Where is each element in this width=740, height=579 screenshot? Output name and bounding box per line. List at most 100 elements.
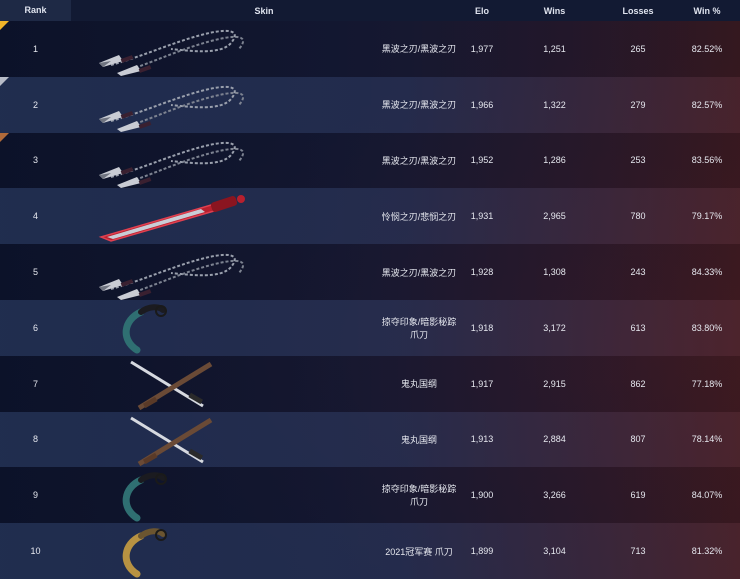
header-win-pct[interactable]: Win %	[674, 6, 740, 16]
header-losses[interactable]: Losses	[602, 6, 674, 16]
table-row[interactable]: 1 黑波之刃/黑波之刃 1,977 1,251 265 82.52%	[0, 21, 740, 77]
table-row[interactable]: 6 掠夺印象/暗影秘踪 爪刀 1,918 3,172 613 83.80%	[0, 299, 740, 356]
skin-name: 掠夺印象/暗影秘踪 爪刀	[271, 315, 457, 341]
skin-name-text: 黑波之刃/黑波之刃	[381, 44, 457, 55]
leaderboard: Rank Skin Elo Wins Losses Win % 1 黑波之刃/黑…	[0, 0, 740, 579]
losses-cell: 265	[630, 43, 646, 54]
rank-cell: 2	[32, 99, 38, 110]
win-pct-cell: 82.52%	[691, 43, 723, 54]
skin-name: 怜悯之刃/悲悯之刃	[271, 210, 457, 223]
elo-cell: 1,918	[470, 322, 494, 333]
win-pct-cell: 82.57%	[691, 99, 723, 110]
losses-cell: 713	[630, 546, 646, 557]
crossed-katana-icon	[71, 412, 271, 467]
elo-cell: 1,928	[470, 267, 494, 278]
skin-name: 黑波之刃/黑波之刃	[271, 154, 457, 167]
losses-cell: 807	[630, 434, 646, 445]
table-header: Rank Skin Elo Wins Losses Win %	[0, 0, 740, 21]
table-row[interactable]: 3 黑波之刃/黑波之刃 1,952 1,286 253 83.56%	[0, 132, 740, 189]
win-pct-cell: 79.17%	[691, 211, 723, 222]
kunai-chain-icon	[71, 77, 271, 133]
wins-cell: 1,286	[543, 155, 566, 166]
rank-cell: 5	[32, 267, 38, 278]
kunai-chain-icon	[71, 245, 271, 300]
medal-gold-marker	[0, 21, 9, 30]
red-dagger-icon	[71, 189, 271, 244]
rank-cell: 3	[32, 155, 38, 166]
skin-name-text: 掠夺印象/暗影秘踪 爪刀	[381, 484, 457, 508]
win-pct-cell: 77.18%	[691, 378, 723, 389]
wins-cell: 1,322	[543, 99, 566, 110]
skin-name-text: 黑波之刃/黑波之刃	[381, 267, 457, 278]
skin-name: 黑波之刃/黑波之刃	[271, 266, 457, 279]
rank-cell: 6	[32, 322, 38, 333]
header-wins[interactable]: Wins	[507, 6, 602, 16]
table-body: 1 黑波之刃/黑波之刃 1,977 1,251 265 82.52% 2 黑波之…	[0, 21, 740, 579]
medal-silver-marker	[0, 76, 9, 86]
losses-cell: 619	[630, 490, 646, 501]
elo-cell: 1,931	[470, 211, 494, 222]
win-pct-cell: 78.14%	[691, 434, 723, 445]
elo-cell: 1,913	[470, 434, 494, 445]
losses-cell: 780	[630, 211, 646, 222]
table-row[interactable]: 7 鬼丸国纲 1,917 2,915 862 77.18%	[0, 355, 740, 412]
header-elo[interactable]: Elo	[457, 6, 507, 16]
skin-name-text: 黑波之刃/黑波之刃	[381, 155, 457, 166]
rank-cell: 4	[32, 211, 38, 222]
crossed-katana-icon	[71, 356, 271, 411]
elo-cell: 1,899	[470, 546, 494, 557]
skin-name: 2021冠军赛 爪刀	[271, 545, 457, 558]
skin-name-text: 怜悯之刃/悲悯之刃	[381, 211, 457, 222]
skin-name-text: 掠夺印象/暗影秘踪 爪刀	[381, 316, 457, 340]
skin-name: 鬼丸国纲	[271, 377, 457, 390]
elo-cell: 1,977	[470, 43, 494, 54]
skin-name: 黑波之刃/黑波之刃	[271, 42, 457, 55]
table-row[interactable]: 4 怜悯之刃/悲悯之刃 1,931 2,965 780 79.17%	[0, 188, 740, 245]
wins-cell: 3,172	[543, 322, 566, 333]
wins-cell: 3,266	[543, 490, 566, 501]
wins-cell: 1,251	[543, 43, 566, 54]
rank-cell: 7	[32, 378, 38, 389]
win-pct-cell: 84.07%	[691, 490, 723, 501]
karambit-icon	[71, 468, 271, 523]
kunai-chain-icon	[71, 133, 271, 188]
header-skin[interactable]: Skin	[71, 6, 457, 16]
losses-cell: 253	[630, 155, 646, 166]
skin-name: 掠夺印象/暗影秘踪 爪刀	[271, 482, 457, 508]
rank-cell: 9	[32, 490, 38, 501]
losses-cell: 243	[630, 267, 646, 278]
header-rank[interactable]: Rank	[0, 0, 71, 21]
win-pct-cell: 84.33%	[691, 267, 723, 278]
wins-cell: 2,965	[543, 211, 566, 222]
table-row[interactable]: 10 2021冠军赛 爪刀 1,899 3,104 713 81.32%	[0, 523, 740, 579]
rank-cell: 1	[32, 43, 38, 54]
elo-cell: 1,917	[470, 378, 494, 389]
table-row[interactable]: 5 黑波之刃/黑波之刃 1,928 1,308 243 84.33%	[0, 244, 740, 300]
medal-bronze-marker	[0, 132, 9, 142]
win-pct-cell: 83.80%	[691, 322, 723, 333]
gold-karambit-icon	[71, 524, 271, 579]
wins-cell: 2,884	[543, 434, 566, 445]
skin-name: 鬼丸国纲	[271, 433, 457, 446]
karambit-icon	[71, 300, 271, 355]
losses-cell: 279	[630, 99, 646, 110]
rank-cell: 10	[30, 546, 41, 557]
elo-cell: 1,900	[470, 490, 494, 501]
kunai-chain-icon	[71, 21, 271, 77]
skin-name-text: 2021冠军赛 爪刀	[385, 546, 453, 557]
win-pct-cell: 81.32%	[691, 546, 723, 557]
rank-cell: 8	[32, 434, 38, 445]
skin-name-text: 黑波之刃/黑波之刃	[381, 100, 457, 111]
table-row[interactable]: 8 鬼丸国纲 1,913 2,884 807 78.14%	[0, 411, 740, 468]
elo-cell: 1,966	[470, 99, 494, 110]
elo-cell: 1,952	[470, 155, 494, 166]
win-pct-cell: 83.56%	[691, 155, 723, 166]
wins-cell: 1,308	[543, 267, 566, 278]
skin-name-text: 鬼丸国纲	[400, 434, 437, 445]
table-row[interactable]: 9 掠夺印象/暗影秘踪 爪刀 1,900 3,266 619 84.07%	[0, 467, 740, 524]
losses-cell: 862	[630, 378, 646, 389]
skin-name: 黑波之刃/黑波之刃	[271, 98, 457, 111]
table-row[interactable]: 2 黑波之刃/黑波之刃 1,966 1,322 279 82.57%	[0, 76, 740, 133]
wins-cell: 3,104	[543, 546, 566, 557]
wins-cell: 2,915	[543, 378, 566, 389]
